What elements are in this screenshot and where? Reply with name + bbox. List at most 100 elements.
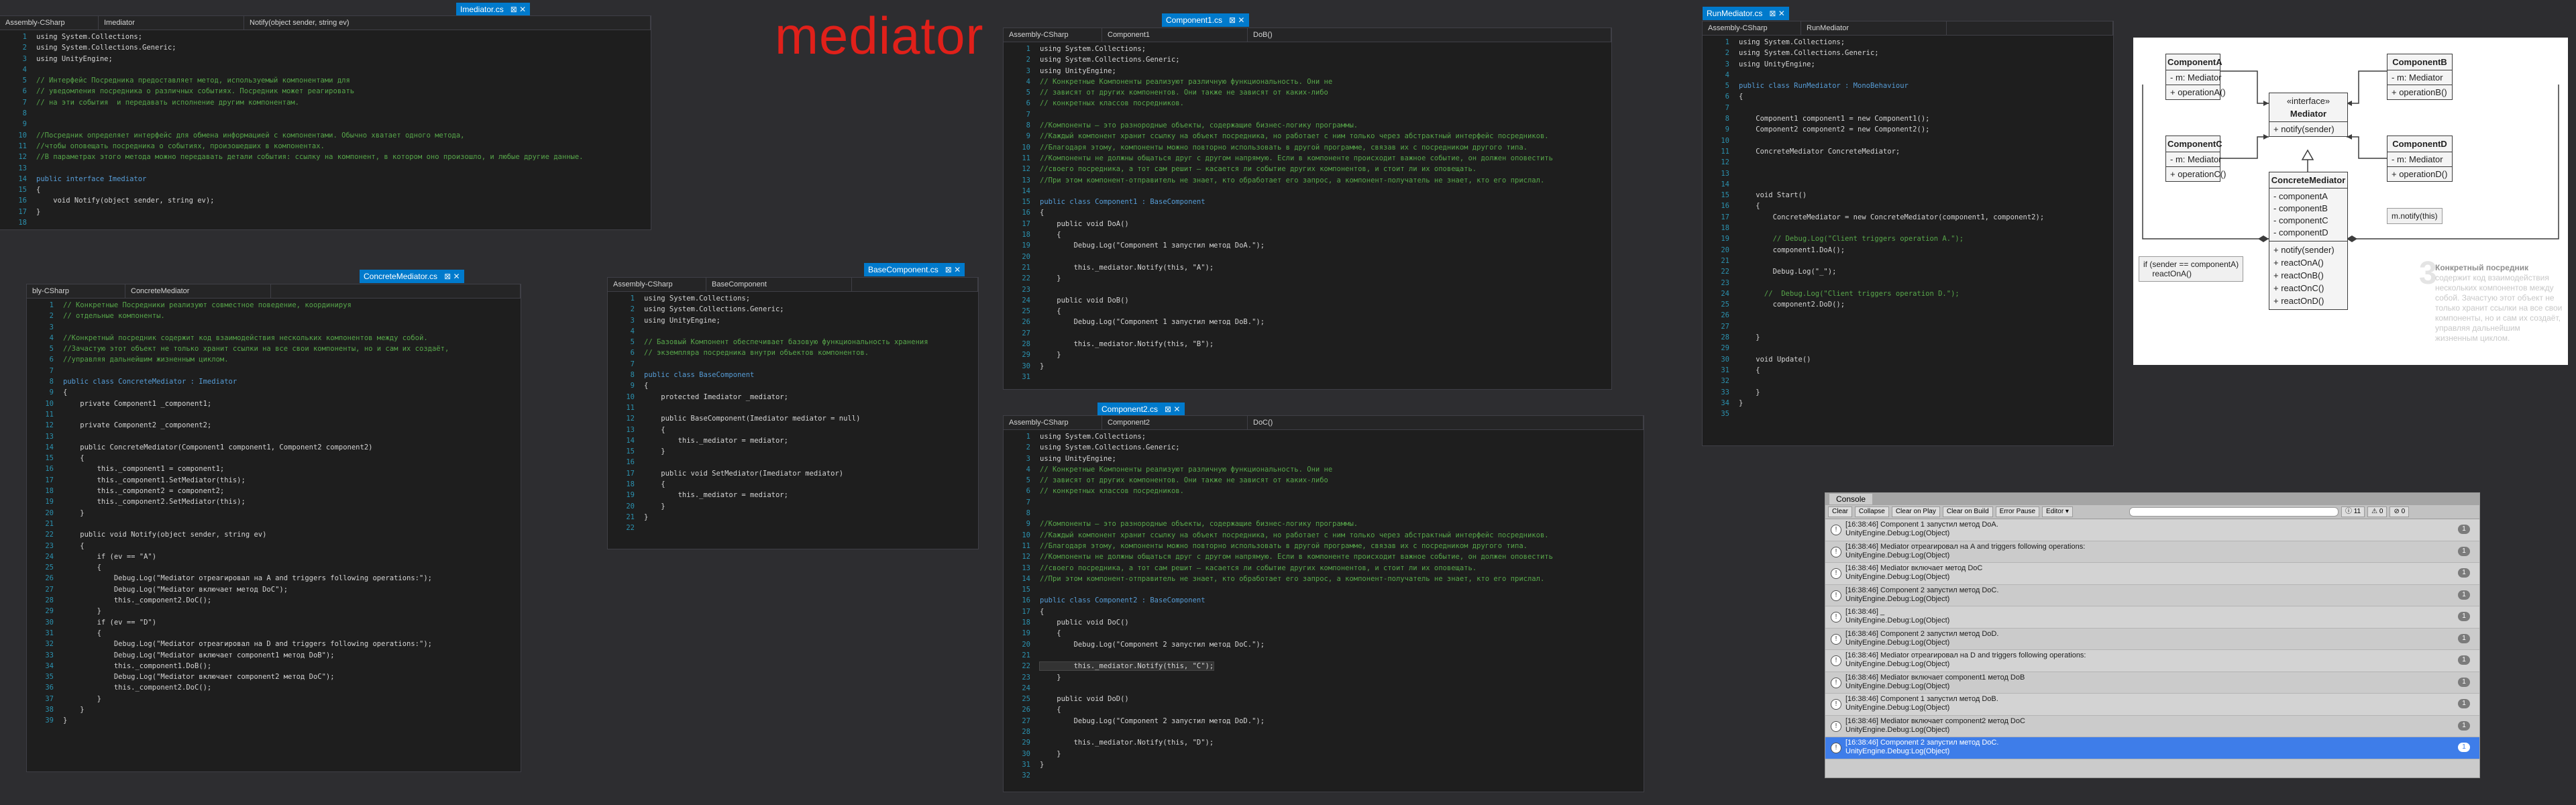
code-text: private Component2 _component2; xyxy=(63,421,212,430)
error-count-toggle[interactable]: ⊘ 0 xyxy=(2390,506,2410,517)
code-line: 7 xyxy=(27,366,521,376)
close-icon[interactable]: ⊠ ✕ xyxy=(1165,405,1180,414)
code-line: 7 xyxy=(1004,109,1611,120)
editor-run-mediator[interactable]: Assembly-CSharp RunMediator 1 using System.… xyxy=(1703,21,2113,445)
member-dropdown[interactable] xyxy=(271,284,521,298)
class-dropdown[interactable]: Component1 xyxy=(1102,28,1248,42)
line-number: 29 xyxy=(1022,739,1030,747)
uml-concrete-mediator: ConcreteMediator - componentA - componen… xyxy=(2269,172,2348,310)
log-stacktrace: UnityEngine.Debug:Log(Object) xyxy=(1845,616,1950,625)
tab-imediator[interactable]: Imediator.cs ⊠ ✕ xyxy=(456,3,531,16)
clear-button[interactable]: Clear xyxy=(1828,506,1852,517)
class-dropdown[interactable]: ConcreteMediator xyxy=(125,284,271,298)
code-area[interactable]: 1 using System.Collections; 2 using System.… xyxy=(1703,36,2113,419)
editor-navigation-bar[interactable]: Assembly-CSharp BaseComponent xyxy=(608,278,978,292)
warning-count-toggle[interactable]: ⚠ 0 xyxy=(2367,506,2387,517)
code-line: 13 xyxy=(1703,168,2113,179)
close-icon[interactable]: ⊠ ✕ xyxy=(511,5,526,14)
console-entry[interactable]: ! [16:38:46] Mediator отреагировал на D a… xyxy=(1825,650,2479,672)
project-dropdown[interactable]: Assembly-CSharp xyxy=(1004,416,1102,429)
log-count-toggle[interactable]: ⓘ 11 xyxy=(2341,506,2365,517)
class-dropdown[interactable]: BaseComponent xyxy=(706,278,852,291)
console-entry[interactable]: ! [16:38:46] Mediator включает метод DoC U… xyxy=(1825,563,2479,585)
class-dropdown[interactable]: Imediator xyxy=(99,16,244,30)
editor-navigation-bar[interactable]: Assembly-CSharp Imediator Notify(object se… xyxy=(0,16,651,30)
code-line: 18 this._component2 = component2; xyxy=(27,486,521,496)
line-number: 23 xyxy=(1022,673,1030,682)
class-dropdown[interactable]: Component2 xyxy=(1102,416,1248,429)
console-entry[interactable]: ! [16:38:46] _ UnityEngine.Debug:Log(Objec… xyxy=(1825,606,2479,629)
member-dropdown[interactable]: DoB() xyxy=(1248,28,1611,42)
member-dropdown[interactable] xyxy=(1947,21,2113,35)
collapse-button[interactable]: Collapse xyxy=(1854,506,1889,517)
code-area[interactable]: 1 using System.Collections; 2 using System.… xyxy=(1004,42,1611,382)
editor-navigation-bar[interactable]: Assembly-CSharp Component1 DoB() xyxy=(1004,28,1611,42)
member-dropdown[interactable] xyxy=(852,278,978,291)
code-text: { xyxy=(1040,706,1061,714)
editor-dropdown[interactable]: Editor ▾ xyxy=(2042,506,2073,517)
tab-concrete-mediator[interactable]: ConcreteMediator.cs ⊠ ✕ xyxy=(360,270,464,283)
code-area[interactable]: 1 // Конкретные Посредники реализуют совм… xyxy=(27,299,521,727)
close-icon[interactable]: ⊠ ✕ xyxy=(444,272,460,281)
project-dropdown[interactable]: bly-CSharp xyxy=(27,284,125,298)
class-dropdown[interactable]: RunMediator xyxy=(1801,21,1947,35)
line-number: 27 xyxy=(45,585,54,594)
code-line: 6 //управляя дальнейшим жизненным циклом. xyxy=(27,354,521,365)
code-line: 17 this._component1.SetMediator(this); xyxy=(27,475,521,486)
code-area[interactable]: 1 using System.Collections; 2 using System.… xyxy=(608,292,978,534)
project-dropdown[interactable]: Assembly-CSharp xyxy=(1703,21,1801,35)
member-dropdown[interactable]: Notify(object sender, string ev) xyxy=(244,16,651,30)
console-search-input[interactable] xyxy=(2129,507,2339,517)
line-number: 26 xyxy=(1022,318,1030,327)
clear-on-build-button[interactable]: Clear on Build xyxy=(1942,506,1993,517)
code-line: 14 public ConcreteMediator(Component1 co… xyxy=(27,442,521,453)
console-log-list[interactable]: ! [16:38:46] Component 1 запустил метод D… xyxy=(1825,519,2479,759)
console-tab[interactable]: Console xyxy=(1825,493,2479,505)
console-entry[interactable]: ! [16:38:46] Mediator включает component1… xyxy=(1825,672,2479,694)
code-line: 18 xyxy=(1703,223,2113,233)
tab-component2[interactable]: Component2.cs ⊠ ✕ xyxy=(1097,402,1185,416)
editor-navigation-bar[interactable]: Assembly-CSharp Component2 DoC() xyxy=(1004,416,1644,430)
console-entry[interactable]: ! [16:38:46] Component 2 запустил метод D… xyxy=(1825,585,2479,606)
editor-navigation-bar[interactable]: Assembly-CSharp RunMediator xyxy=(1703,21,2113,36)
tab-component1[interactable]: Component1.cs ⊠ ✕ xyxy=(1162,13,1249,27)
editor-imediator[interactable]: Assembly-CSharp Imediator Notify(object se… xyxy=(0,16,651,229)
line-number: 11 xyxy=(1721,147,1729,156)
close-icon[interactable]: ⊠ ✕ xyxy=(945,265,961,274)
editor-concrete-mediator[interactable]: bly-CSharp ConcreteMediator 1 // Конкретные… xyxy=(27,284,521,771)
code-line: 27 Debug.Log("Mediator включает метод Do… xyxy=(27,584,521,595)
project-dropdown[interactable]: Assembly-CSharp xyxy=(608,278,706,291)
close-icon[interactable]: ⊠ ✕ xyxy=(1769,9,1784,18)
editor-base-component[interactable]: Assembly-CSharp BaseComponent 1 using Syste… xyxy=(608,278,978,549)
line-number: 19 xyxy=(1022,241,1030,250)
member-dropdown[interactable]: DoC() xyxy=(1248,416,1644,429)
class-name: Mediator xyxy=(2269,106,2347,122)
operation: + reactOnB() xyxy=(2273,270,2324,280)
project-dropdown[interactable]: Assembly-CSharp xyxy=(1004,28,1102,42)
console-entry[interactable]: ! [16:38:46] Component 1 запустил метод D… xyxy=(1825,519,2479,541)
console-entry[interactable]: ! [16:38:46] Mediator включает component2… xyxy=(1825,716,2479,737)
tab-run-mediator[interactable]: RunMediator.cs ⊠ ✕ xyxy=(1703,7,1789,20)
collapse-count-badge: 1 xyxy=(2458,525,2470,534)
error-pause-button[interactable]: Error Pause xyxy=(1995,506,2040,517)
line-number: 10 xyxy=(1022,143,1030,152)
code-area[interactable]: 1 using System.Collections; 2 using System.… xyxy=(0,30,651,228)
line-number: 25 xyxy=(1022,695,1030,704)
console-entry[interactable]: ! [16:38:46] Mediator отреагировал на A a… xyxy=(1825,541,2479,563)
code-line: 1 using System.Collections; xyxy=(1004,44,1611,54)
console-entry[interactable]: ! [16:38:46] Component 2 запустил метод D… xyxy=(1825,737,2479,759)
connector-a-mediator xyxy=(2219,70,2269,104)
editor-navigation-bar[interactable]: bly-CSharp ConcreteMediator xyxy=(27,284,521,299)
console-entry[interactable]: ! [16:38:46] Component 1 запустил метод D… xyxy=(1825,694,2479,716)
close-icon[interactable]: ⊠ ✕ xyxy=(1229,15,1244,25)
clear-on-play-button[interactable]: Clear on Play xyxy=(1891,506,1940,517)
code-line: 5 // зависят от других компонентов. Они т… xyxy=(1004,475,1644,486)
editor-component1[interactable]: Assembly-CSharp Component1 DoB() 1 using Sys… xyxy=(1004,28,1611,389)
console-entry[interactable]: ! [16:38:46] Component 2 запустил метод D… xyxy=(1825,629,2479,650)
editor-component2[interactable]: Assembly-CSharp Component2 DoC() 1 using Sys… xyxy=(1004,416,1644,792)
project-dropdown[interactable]: Assembly-CSharp xyxy=(0,16,99,30)
code-line: 9 Component2 component2 = new Component2… xyxy=(1703,124,2113,135)
tab-base-component[interactable]: BaseComponent.cs ⊠ ✕ xyxy=(864,263,965,276)
unity-console[interactable]: Console Clear Collapse Clear on Play Cle… xyxy=(1825,492,2480,778)
code-area[interactable]: 1 using System.Collections; 2 using System.… xyxy=(1004,430,1644,782)
